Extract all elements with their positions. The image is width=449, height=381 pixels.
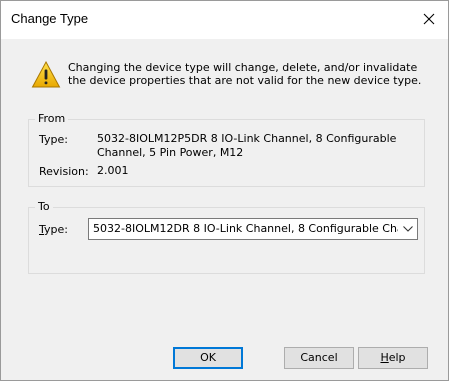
to-type-label: Type:: [39, 223, 68, 236]
help-button[interactable]: Help: [358, 347, 428, 369]
from-type-value: 5032-8IOLM12P5DR 8 IO-Link Channel, 8 Co…: [97, 132, 397, 159]
chevron-down-icon: [403, 226, 413, 232]
help-mnemonic: H: [380, 351, 389, 364]
warning-message: Changing the device type will change, de…: [68, 61, 422, 87]
close-button[interactable]: [414, 5, 444, 33]
to-type-label-rest: ype:: [44, 223, 68, 236]
title-bar: Change Type: [1, 1, 448, 39]
change-type-dialog: Change Type Changing the device type wil…: [0, 0, 449, 381]
device-type-dropdown[interactable]: 5032-8IOLM12DR 8 IO-Link Channel, 8 Conf…: [88, 218, 418, 240]
from-legend: From: [35, 112, 69, 125]
device-type-selected-value: 5032-8IOLM12DR 8 IO-Link Channel, 8 Conf…: [93, 222, 398, 235]
from-revision-value: 2.001: [97, 164, 129, 177]
help-label-rest: elp: [388, 351, 406, 364]
ok-button[interactable]: OK: [173, 347, 243, 369]
from-type-label: Type:: [39, 133, 68, 146]
close-icon: [423, 13, 435, 25]
cancel-button[interactable]: Cancel: [284, 347, 354, 369]
to-legend: To: [35, 200, 53, 213]
window-title: Change Type: [11, 11, 89, 26]
warning-icon: [31, 60, 61, 88]
from-revision-label: Revision:: [39, 165, 89, 178]
